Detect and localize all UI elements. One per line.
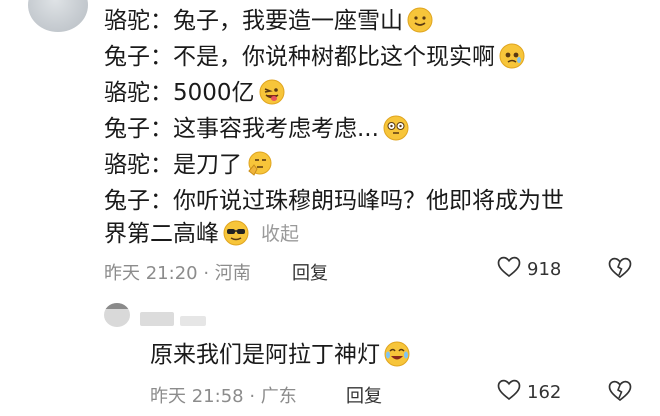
collapse-button[interactable]: 收起 bbox=[261, 223, 299, 245]
comment-line: 兔子：这事容我考虑考虑... bbox=[104, 114, 409, 144]
sub-comment-timestamp: 昨天 21:58 · 广东 bbox=[150, 386, 297, 407]
pleading-face-icon bbox=[499, 43, 525, 69]
winking-tongue-face-icon bbox=[259, 79, 285, 105]
like-count: 162 bbox=[527, 382, 562, 403]
sub-comment-text: 原来我们是阿拉丁神灯 bbox=[150, 340, 410, 370]
dizzy-eyes-face-icon bbox=[383, 115, 409, 141]
username-redacted bbox=[180, 316, 206, 326]
comment-line: 骆驼：兔子，我要造一座雪山 bbox=[104, 6, 433, 36]
like-count: 918 bbox=[527, 259, 562, 280]
broken-heart-icon bbox=[608, 257, 632, 283]
smiling-face-icon bbox=[407, 7, 433, 33]
comment-line: 界第二高峰 收起 bbox=[104, 220, 300, 247]
comment-line: 兔子：不是，你说种树都比这个现实啊 bbox=[104, 42, 525, 72]
heart-icon bbox=[497, 379, 521, 406]
comment-timestamp: 昨天 21:20 · 河南 bbox=[104, 263, 251, 284]
crying-laughing-face-icon bbox=[384, 341, 410, 367]
heart-icon bbox=[497, 256, 521, 283]
avatar[interactable] bbox=[28, 0, 88, 32]
comment-line: 骆驼：是刀了 bbox=[104, 150, 272, 180]
broken-heart-icon bbox=[608, 380, 632, 406]
like-button[interactable]: 162 bbox=[497, 379, 561, 406]
reply-button[interactable]: 回复 bbox=[346, 382, 382, 408]
sunglasses-face-icon bbox=[223, 220, 253, 246]
avatar[interactable] bbox=[104, 303, 130, 327]
dislike-button[interactable] bbox=[608, 380, 632, 406]
dislike-button[interactable] bbox=[608, 257, 632, 283]
username-redacted bbox=[140, 312, 174, 326]
comment-line: 骆驼：5000亿 bbox=[104, 78, 285, 108]
like-button[interactable]: 918 bbox=[497, 256, 561, 283]
reply-button[interactable]: 回复 bbox=[292, 259, 328, 285]
thinking-face-icon bbox=[246, 151, 272, 177]
comment-line: 兔子：你听说过珠穆朗玛峰吗？他即将成为世 bbox=[104, 188, 564, 214]
